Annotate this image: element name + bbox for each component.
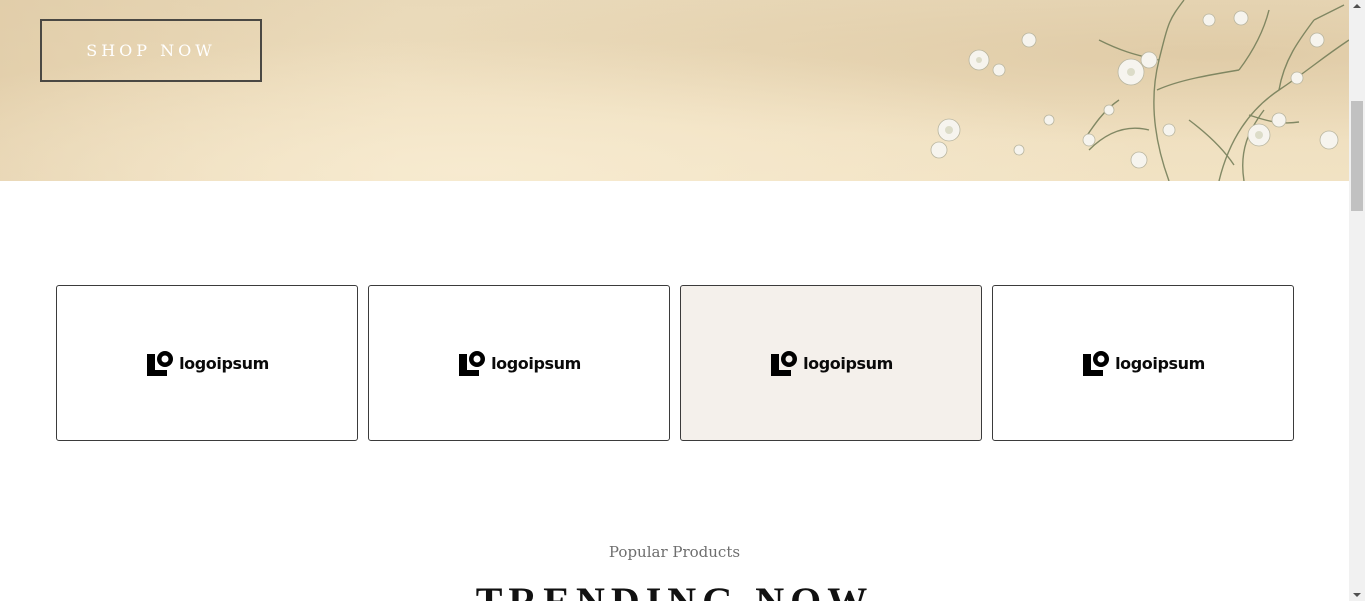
brand-logo: logoipsum	[769, 348, 893, 378]
page-scrollbar[interactable]	[1349, 0, 1365, 601]
logoipsum-logo-icon	[771, 351, 798, 376]
brand-name: logoipsum	[803, 353, 893, 373]
brand-card[interactable]: logoipsum	[992, 285, 1294, 441]
section-title: TRENDING NOW	[0, 580, 1349, 601]
brand-card[interactable]: logoipsum	[56, 285, 358, 441]
brand-name: logoipsum	[179, 353, 269, 373]
logoipsum-logo-icon	[147, 351, 174, 376]
section-eyebrow: Popular Products	[608, 543, 741, 561]
brand-name: logoipsum	[491, 353, 581, 373]
scroll-down-arrow-icon[interactable]	[1353, 593, 1361, 597]
brand-logos-row: logoipsum logoipsum logoipsum logoipsum	[56, 285, 1294, 441]
scroll-up-arrow-icon[interactable]	[1353, 4, 1361, 8]
brand-card[interactable]: logoipsum	[368, 285, 670, 441]
brand-logo: logoipsum	[1081, 348, 1205, 378]
logoipsum-logo-icon	[1083, 351, 1110, 376]
brand-logo: logoipsum	[457, 348, 581, 378]
page: SHOP NOW logoipsum logoipsum logoipsum l…	[0, 0, 1349, 601]
logoipsum-logo-icon	[459, 351, 486, 376]
shop-now-button[interactable]: SHOP NOW	[40, 19, 262, 82]
brand-name: logoipsum	[1115, 353, 1205, 373]
hero-banner: SHOP NOW	[0, 0, 1349, 181]
brand-logo: logoipsum	[145, 348, 269, 378]
brand-card-active[interactable]: logoipsum	[680, 285, 982, 441]
baby-breath-flowers-image	[930, 0, 1349, 181]
scrollbar-thumb[interactable]	[1351, 101, 1363, 211]
